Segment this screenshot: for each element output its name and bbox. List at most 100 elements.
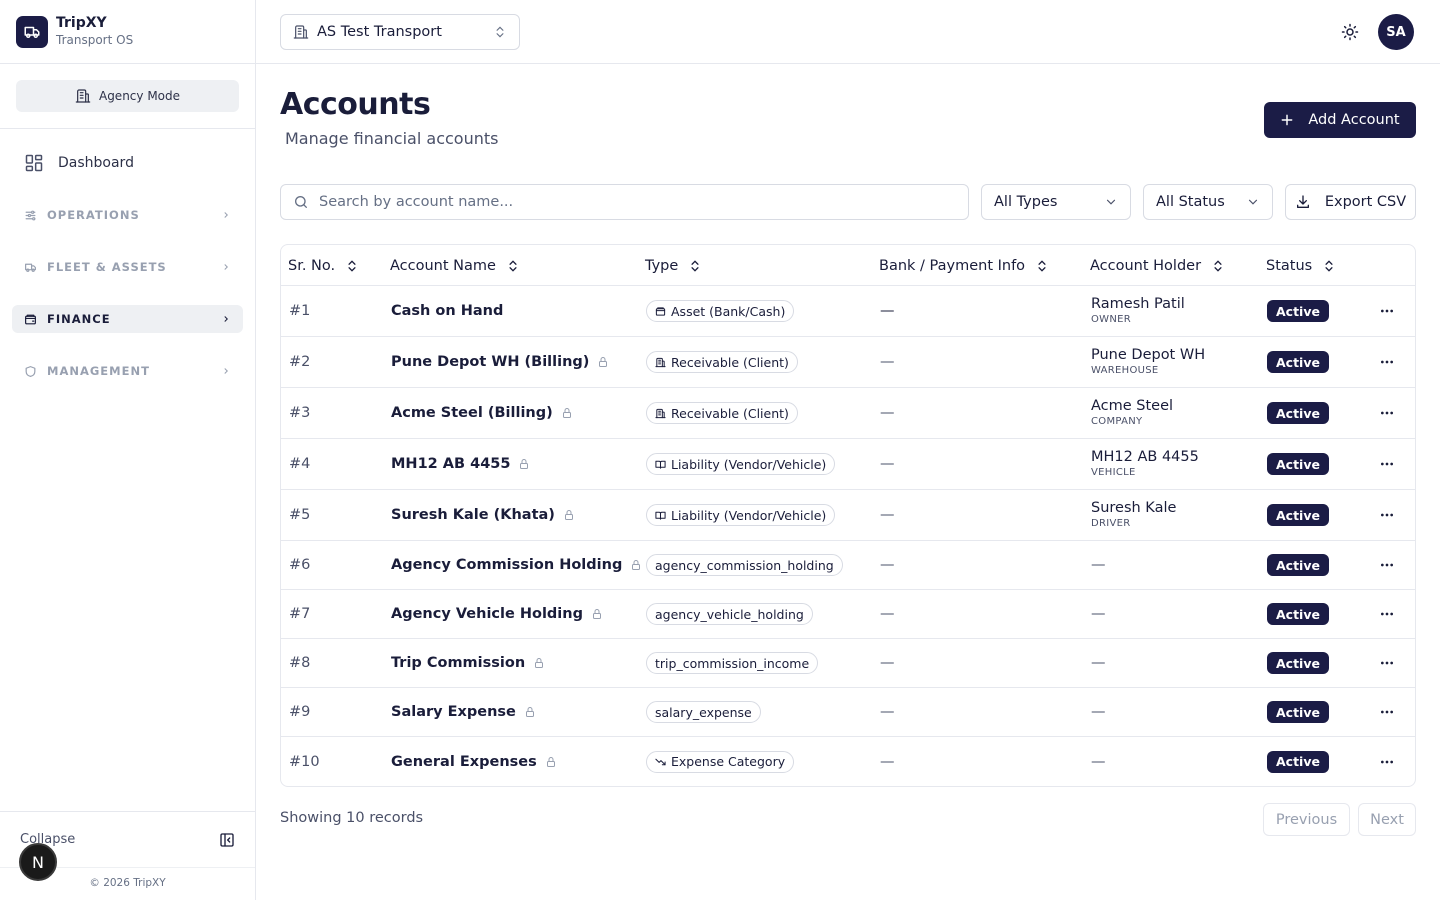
column-header-label: Account Holder (1090, 257, 1202, 274)
row-actions-button[interactable] (1379, 388, 1395, 438)
table-row[interactable]: #6 Agency Commission Holding agency_commis… (281, 541, 1415, 590)
table-row[interactable]: #10 General Expenses Expense Category — — Act… (281, 737, 1415, 786)
status-cell: Active (1267, 286, 1329, 336)
row-actions-button[interactable] (1379, 286, 1395, 336)
table-row[interactable]: #7 Agency Vehicle Holding agency_vehicle_h… (281, 590, 1415, 639)
row-actions-button[interactable] (1379, 490, 1395, 540)
account-type-label: Expense Category (671, 754, 786, 769)
floating-avatar[interactable]: N (19, 843, 57, 881)
column-header-label: Sr. No. (288, 257, 336, 274)
more-horizontal-icon (1381, 360, 1393, 364)
account-name-cell[interactable]: MH12 AB 4455 (391, 439, 530, 489)
table-row[interactable]: #1 Cash on Hand Asset (Bank/Cash) — Ramesh P… (281, 286, 1415, 337)
account-name[interactable]: Acme Steel (Billing) (391, 405, 553, 421)
account-name[interactable]: Agency Commission Holding (391, 557, 622, 573)
account-type-cell: agency_commission_holding (646, 541, 843, 589)
column-header-sr-no[interactable]: Sr. No. (288, 245, 359, 286)
row-actions-button[interactable] (1379, 737, 1395, 786)
row-number: #10 (289, 753, 320, 770)
account-type-label: Liability (Vendor/Vehicle) (671, 456, 827, 472)
account-name-cell[interactable]: Agency Vehicle Holding (391, 590, 603, 638)
account-holder-cell: Suresh Kale DRIVER (1091, 490, 1176, 540)
table-row[interactable]: #3 Acme Steel (Billing) Receivable (Client… (281, 388, 1415, 439)
shield-icon (25, 365, 36, 377)
column-header-status[interactable]: Status (1266, 245, 1336, 286)
row-actions-button[interactable] (1379, 688, 1395, 736)
account-name-cell[interactable]: General Expenses (391, 737, 557, 786)
bank-info: — (880, 655, 895, 671)
account-type-cell: agency_vehicle_holding (646, 590, 813, 638)
account-holder-cell: Acme Steel COMPANY (1091, 388, 1173, 438)
account-holder-cell: MH12 AB 4455 VEHICLE (1091, 439, 1199, 489)
table-row[interactable]: #2 Pune Depot WH (Billing) Receivable (Cli… (281, 337, 1415, 388)
status-badge: Active (1267, 504, 1329, 526)
account-name-cell[interactable]: Pune Depot WH (Billing) (391, 337, 609, 387)
sidebar-nav: Dashboard OPERATIONS FLEET & ASSETS FINA… (0, 129, 255, 385)
table-row[interactable]: #9 Salary Expense salary_expense — — Active (281, 688, 1415, 737)
account-name-cell[interactable]: Agency Commission Holding (391, 541, 642, 589)
sidebar-section-operations[interactable]: OPERATIONS (12, 201, 243, 229)
more-horizontal-icon (1381, 411, 1393, 415)
column-header-bank-info[interactable]: Bank / Payment Info (879, 245, 1049, 286)
export-csv-button[interactable]: Export CSV (1285, 184, 1416, 220)
row-actions-button[interactable] (1379, 439, 1395, 489)
account-type-pill: agency_commission_holding (646, 554, 843, 576)
account-name[interactable]: Agency Vehicle Holding (391, 606, 583, 622)
book-icon (655, 510, 666, 521)
lock-icon (546, 756, 555, 767)
account-name-cell[interactable]: Suresh Kale (Khata) (391, 490, 575, 540)
account-name[interactable]: General Expenses (391, 754, 537, 770)
row-actions-button[interactable] (1379, 590, 1395, 638)
search-input[interactable] (319, 194, 919, 210)
account-name-cell[interactable]: Salary Expense (391, 688, 536, 736)
row-actions-button[interactable] (1379, 541, 1395, 589)
account-name[interactable]: Pune Depot WH (Billing) (391, 354, 589, 370)
account-name[interactable]: Salary Expense (391, 704, 516, 720)
column-header-account-holder[interactable]: Account Holder (1090, 245, 1225, 286)
column-header-account-name[interactable]: Account Name (390, 245, 520, 286)
account-name-cell[interactable]: Acme Steel (Billing) (391, 388, 573, 438)
table-row[interactable]: #4 MH12 AB 4455 Liability (Vendor/Vehicle)… (281, 439, 1415, 490)
status-badge: Active (1267, 750, 1329, 773)
sidebar-section-label: MANAGEMENT (47, 364, 150, 378)
type-filter-select[interactable]: All Types (981, 184, 1131, 220)
table-body: #1 Cash on Hand Asset (Bank/Cash) — Ramesh P… (281, 286, 1415, 786)
account-holder-role: COMPANY (1091, 415, 1143, 427)
sidebar-section-management[interactable]: MANAGEMENT (12, 357, 243, 385)
user-avatar[interactable]: SA (1378, 14, 1414, 50)
account-type-pill: trip_commission_income (646, 652, 819, 674)
search-box[interactable] (280, 184, 969, 220)
brand-title: TripXY (56, 15, 107, 31)
add-account-button[interactable]: Add Account (1264, 102, 1416, 138)
sidebar-section-finance[interactable]: FINANCE (12, 305, 243, 333)
panel-collapse-icon (220, 832, 234, 847)
brand[interactable]: TripXY Transport OS (0, 0, 255, 64)
table-row[interactable]: #5 Suresh Kale (Khata) Liability (Vendor/V… (281, 490, 1415, 541)
theme-toggle-button[interactable] (1338, 20, 1362, 44)
account-name[interactable]: Suresh Kale (Khata) (391, 507, 555, 523)
row-actions-button[interactable] (1379, 337, 1395, 387)
account-name[interactable]: MH12 AB 4455 (391, 456, 510, 472)
account-name[interactable]: Cash on Hand (391, 303, 503, 319)
truck-icon (25, 263, 36, 272)
organization-select[interactable]: AS Test Transport (280, 14, 520, 50)
account-type-cell: Receivable (Client) (646, 337, 798, 387)
account-name[interactable]: Trip Commission (391, 655, 525, 671)
next-page-button[interactable]: Next (1358, 803, 1416, 836)
trend-down-icon (655, 756, 666, 767)
account-holder-role: OWNER (1091, 313, 1132, 325)
add-account-label: Add Account (1308, 112, 1400, 128)
account-name-cell[interactable]: Trip Commission (391, 639, 545, 687)
row-number: #5 (289, 507, 311, 523)
agency-mode-button[interactable]: Agency Mode (16, 80, 239, 112)
previous-page-button[interactable]: Previous (1263, 803, 1350, 836)
table-row[interactable]: #8 Trip Commission trip_commission_income —… (281, 639, 1415, 688)
account-name-cell[interactable]: Cash on Hand (391, 286, 503, 336)
status-cell: Active (1267, 688, 1329, 736)
export-csv-label: Export CSV (1324, 194, 1407, 210)
sidebar-section-fleet-assets[interactable]: FLEET & ASSETS (12, 253, 243, 281)
column-header-type[interactable]: Type (645, 245, 702, 286)
sidebar-item-dashboard[interactable]: Dashboard (12, 141, 243, 185)
row-actions-button[interactable] (1379, 639, 1395, 687)
status-filter-select[interactable]: All Status (1143, 184, 1273, 220)
